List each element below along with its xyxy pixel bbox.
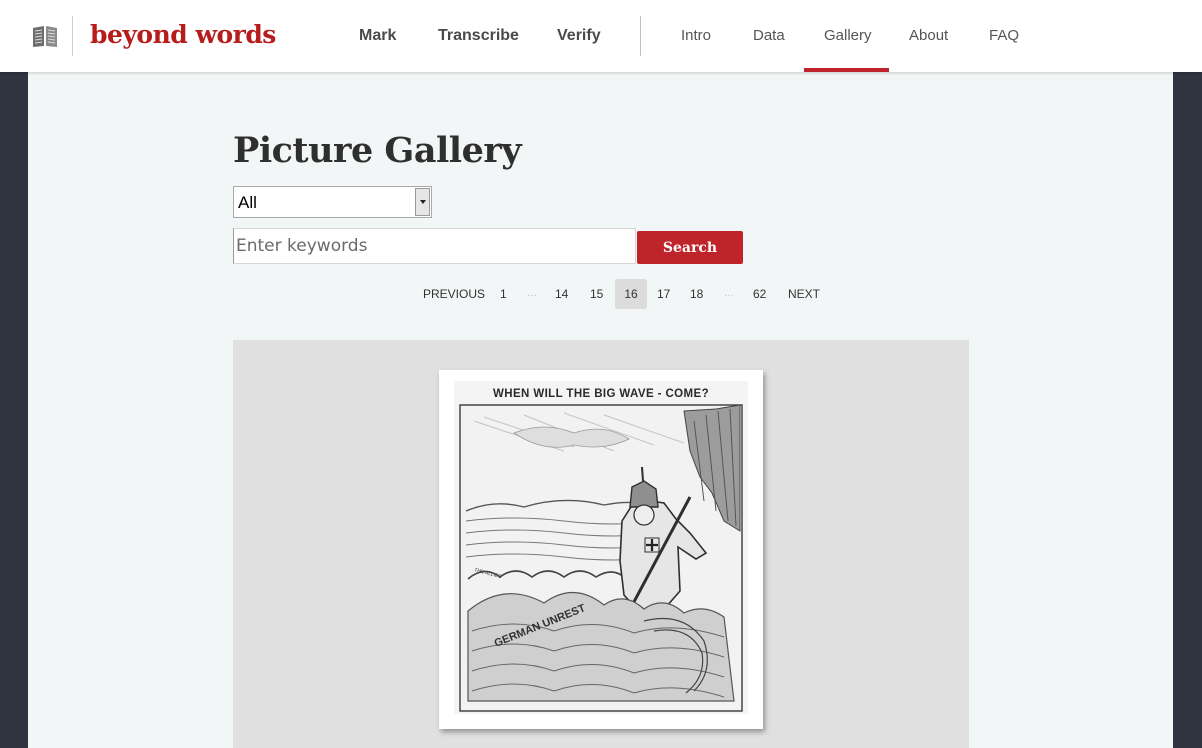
nav-mark[interactable]: Mark: [359, 27, 396, 45]
search-button[interactable]: Search: [637, 231, 743, 264]
pagination-next[interactable]: NEXT: [788, 279, 820, 309]
nav-about[interactable]: About: [909, 27, 948, 44]
nav-divider: [640, 16, 641, 56]
cartoon-image: WHEN WILL THE BIG WAVE - COME? THE ALLIE…: [454, 381, 748, 714]
pagination-page-16-current[interactable]: 16: [615, 279, 647, 309]
nav-intro[interactable]: Intro: [681, 27, 711, 44]
logo-divider: [72, 16, 73, 56]
nav-verify[interactable]: Verify: [557, 27, 601, 45]
pagination-page-15[interactable]: 15: [590, 279, 603, 309]
nav-transcribe[interactable]: Transcribe: [438, 27, 519, 45]
pagination-previous[interactable]: PREVIOUS: [423, 279, 485, 309]
category-select[interactable]: All: [233, 186, 432, 218]
gallery-grid: WHEN WILL THE BIG WAVE - COME? THE ALLIE…: [233, 340, 969, 748]
pagination-page-1[interactable]: 1: [500, 279, 507, 309]
chevron-down-icon[interactable]: [415, 188, 430, 216]
category-select-value: All: [238, 193, 257, 212]
nav-faq[interactable]: FAQ: [989, 27, 1019, 44]
active-nav-indicator: [804, 68, 889, 72]
pagination-page-62[interactable]: 62: [753, 279, 766, 309]
pagination-ellipsis: …: [724, 288, 734, 299]
book-icon[interactable]: [32, 24, 58, 48]
cartoon-caption: WHEN WILL THE BIG WAVE - COME?: [493, 388, 709, 400]
nav-gallery[interactable]: Gallery: [824, 27, 872, 44]
pagination-page-17[interactable]: 17: [657, 279, 670, 309]
nav-data[interactable]: Data: [753, 27, 785, 44]
pagination-page-14[interactable]: 14: [555, 279, 568, 309]
site-logo-text[interactable]: beyond words: [90, 20, 276, 49]
pagination-ellipsis: …: [527, 288, 537, 299]
page-title: Picture Gallery: [233, 130, 522, 171]
search-input[interactable]: [233, 228, 636, 264]
site-header: beyond words Mark Transcribe Verify Intr…: [0, 0, 1202, 72]
pagination-page-18[interactable]: 18: [690, 279, 703, 309]
main-content: Picture Gallery All Search PREVIOUS 1 … …: [28, 72, 1173, 748]
pagination: PREVIOUS 1 … 14 15 16 17 18 … 62 NEXT: [28, 279, 1173, 309]
gallery-item[interactable]: WHEN WILL THE BIG WAVE - COME? THE ALLIE…: [439, 370, 763, 729]
